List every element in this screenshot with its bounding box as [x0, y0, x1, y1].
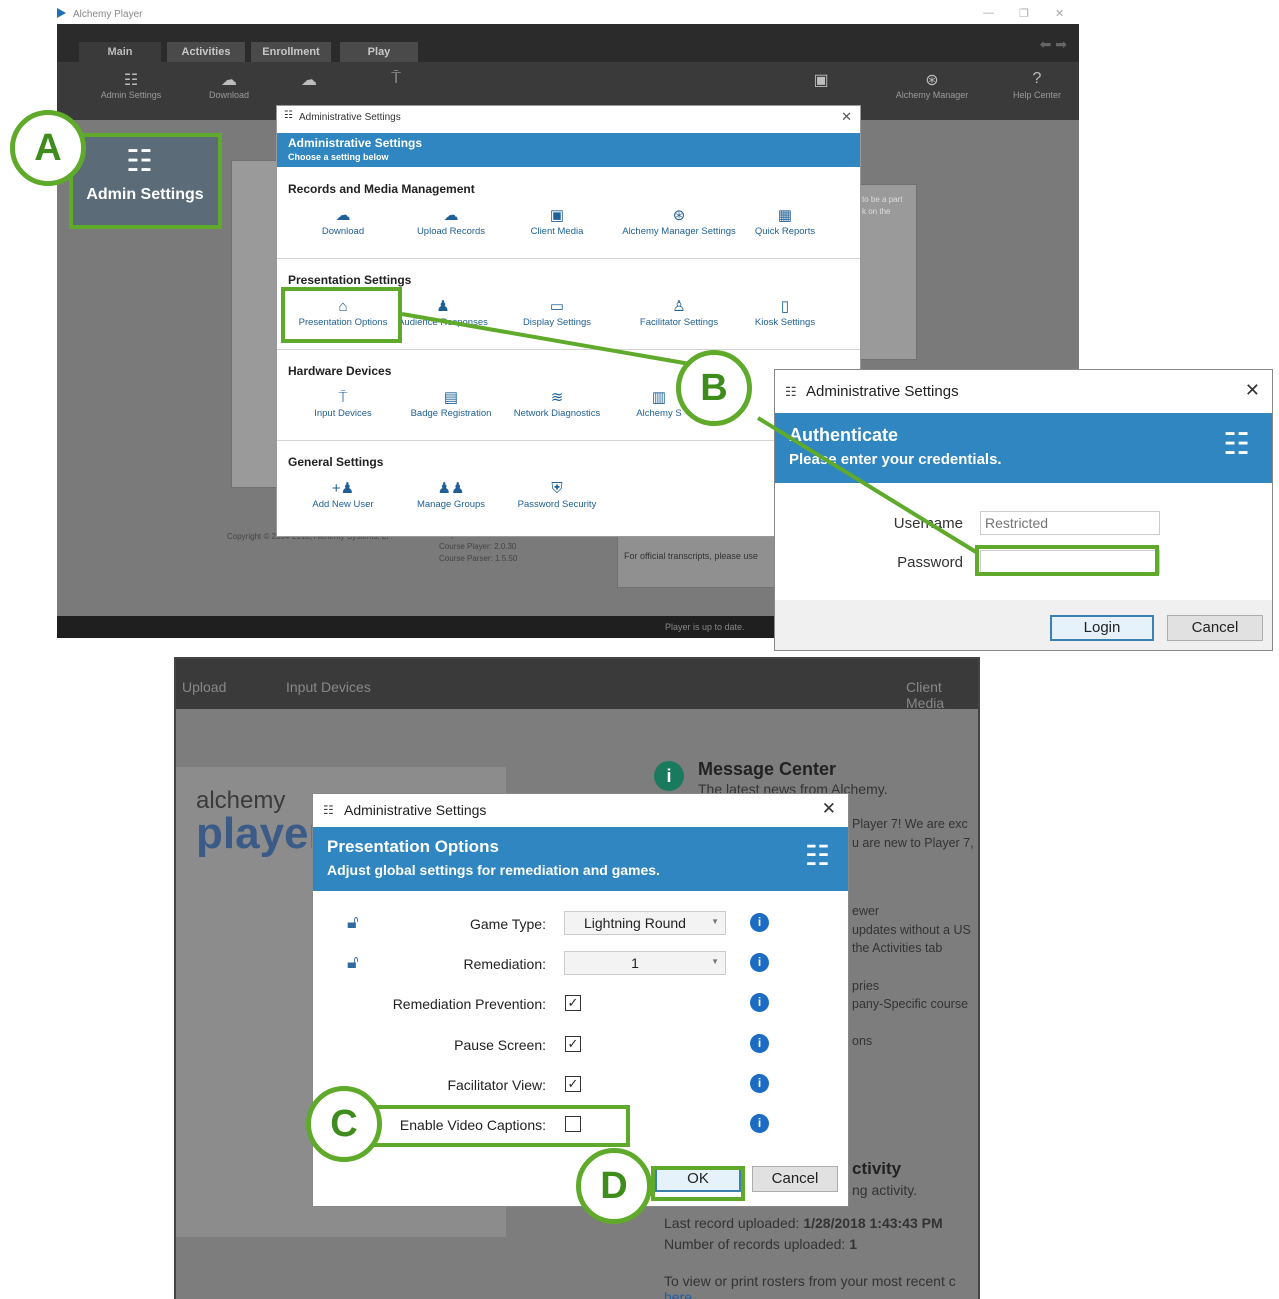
- annotation-badge-a: A: [10, 110, 86, 186]
- highlight-password-field: [975, 545, 1159, 576]
- annotation-badge-c: C: [306, 1086, 382, 1162]
- highlight-ok-button: [651, 1166, 745, 1201]
- annotation-badge-d: D: [576, 1148, 652, 1224]
- highlight-presentation-options: [281, 287, 402, 343]
- annotation-badge-b: B: [676, 350, 752, 426]
- highlight-admin-settings: [69, 133, 222, 229]
- annotation-line-b-bottom: [756, 416, 978, 554]
- annotation-line-b-top: [401, 312, 691, 366]
- highlight-video-captions: [346, 1105, 630, 1147]
